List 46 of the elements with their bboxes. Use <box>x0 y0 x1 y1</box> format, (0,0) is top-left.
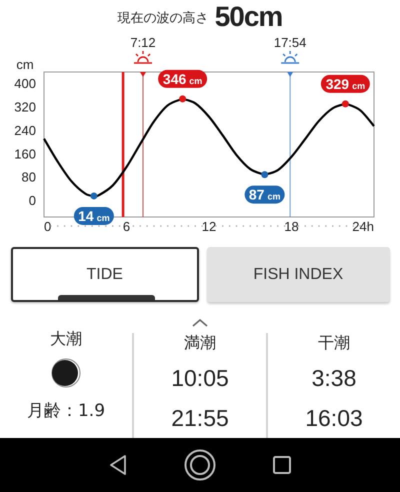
axis-unit: cm <box>16 57 34 72</box>
moon-icon <box>51 358 81 388</box>
tide-column-title: 干潮 <box>318 333 350 353</box>
y-axis-label: 160 <box>14 146 36 162</box>
marker-triangle-icon <box>140 72 146 77</box>
annotation: 329 cm <box>326 76 366 92</box>
tide-time: 10:05 <box>171 364 229 393</box>
x-axis-label: 18 <box>284 219 299 234</box>
x-axis-label: 24h <box>352 219 374 234</box>
sun-time-label: 17:54 <box>274 35 306 50</box>
tab[interactable]: TIDE <box>11 247 198 302</box>
y-axis-label: 320 <box>14 100 36 114</box>
y-axis-label: 0 <box>28 193 36 208</box>
wave-height-value: 50cm <box>214 2 282 32</box>
y-axis-label: 240 <box>14 122 36 138</box>
tide-point <box>179 95 186 102</box>
tide-type-label: 大潮 <box>50 329 82 349</box>
x-axis-label: 12 <box>202 219 216 234</box>
chevron-up-icon[interactable] <box>192 319 208 327</box>
y-axis-label: 80 <box>22 170 36 185</box>
tide-point <box>90 192 98 200</box>
tide-height-badge: 14 cm <box>74 206 114 225</box>
annotation: 14 cm <box>78 208 110 224</box>
home-icon[interactable] <box>184 449 216 481</box>
sun-horizon-icon <box>281 51 300 64</box>
sun-time-label: 7:12 <box>130 35 156 50</box>
back-icon[interactable] <box>108 455 127 475</box>
x-axis-label: 0 <box>44 219 52 234</box>
tide-point <box>342 100 349 108</box>
y-axis-label: 400 <box>14 76 36 92</box>
moon-age-label: 月齢：1.9 <box>26 400 106 422</box>
tide-time: 3:38 <box>312 364 356 393</box>
sun-horizon-icon <box>134 51 152 64</box>
tide-height-badge: 346 cm <box>158 70 208 88</box>
annotation: 346 cm <box>162 70 202 87</box>
x-axis-label: 6 <box>122 219 130 234</box>
tide-height-badge: 87 cm <box>244 186 285 204</box>
marker-triangle-icon <box>287 72 294 77</box>
tide-time: 16:03 <box>305 404 363 433</box>
tab[interactable]: FISH INDEX <box>206 247 390 302</box>
annotation: 87 cm <box>248 186 280 203</box>
recents-icon[interactable] <box>273 456 292 474</box>
tide-point <box>261 171 268 178</box>
tide-column-title: 満潮 <box>184 333 216 353</box>
wave-height-label: 現在の波の高さ <box>118 10 209 28</box>
tide-time: 21:55 <box>171 404 229 433</box>
